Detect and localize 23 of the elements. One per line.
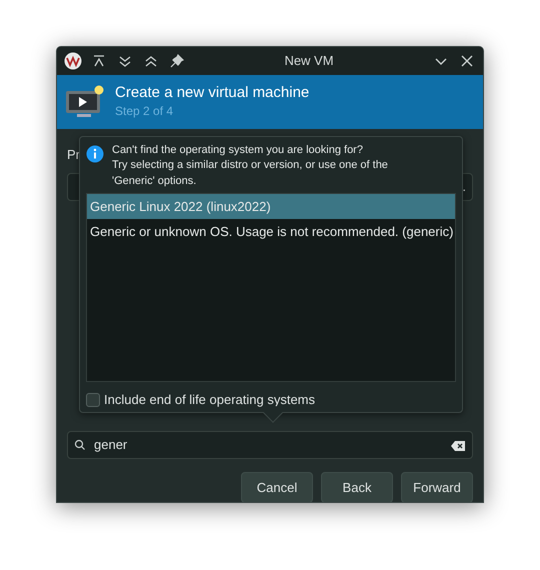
clear-icon[interactable] xyxy=(450,440,466,452)
dialog-button[interactable]: Cancel xyxy=(241,472,313,502)
search-field[interactable]: gener xyxy=(67,431,473,459)
window-title: New VM xyxy=(283,52,335,70)
field-value: . xyxy=(462,178,466,196)
header-subtitle: Step 2 of 4 xyxy=(115,103,174,120)
dialog-button[interactable]: Back xyxy=(321,472,393,502)
header-title: Create a new virtual machine xyxy=(115,84,310,102)
list-item[interactable]: Generic or unknown OS. Usage is not recommended. (generic) xyxy=(87,219,455,244)
close-icon[interactable] xyxy=(460,54,474,68)
keep-below-icon[interactable] xyxy=(91,53,107,69)
checkbox[interactable] xyxy=(86,392,100,407)
info-icon xyxy=(86,144,104,163)
search-value: gener xyxy=(94,436,128,454)
search-icon xyxy=(74,439,86,451)
field-label: Pr xyxy=(67,147,80,162)
dialog-button[interactable]: Forward xyxy=(401,472,473,502)
list-item[interactable]: Generic Linux 2022 (linux2022) xyxy=(87,194,455,220)
checkbox-label: Include end of life operating systems xyxy=(104,391,316,410)
info-message: Can't find the operating system you are looking for? Try selecting a similar distro or version, or use one of the 'Generic' options. xyxy=(112,143,388,189)
app-logo-icon xyxy=(64,52,82,70)
monitor-icon xyxy=(65,85,105,119)
pin-icon[interactable] xyxy=(169,53,185,69)
